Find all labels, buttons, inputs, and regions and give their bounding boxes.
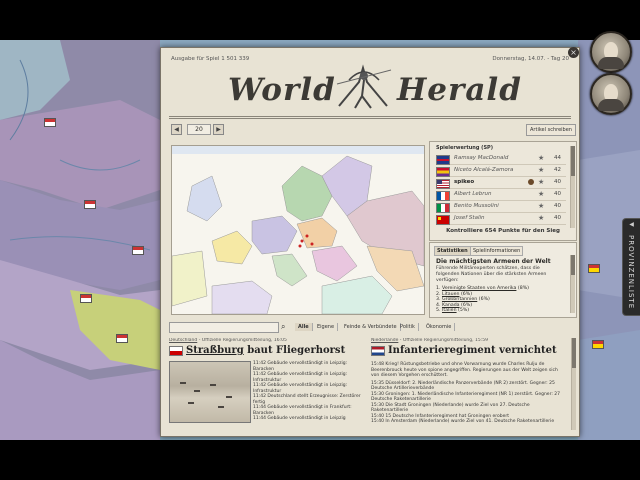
player-name: Josef Stalin bbox=[454, 215, 485, 221]
prev-page-button[interactable]: ◀ bbox=[171, 124, 182, 135]
write-article-button[interactable]: Artikel schreiben bbox=[526, 124, 576, 136]
player-points: 40 bbox=[554, 191, 561, 197]
masthead-divider bbox=[169, 118, 571, 119]
victory-condition: Kontrolliere 654 Punkte für den Sieg bbox=[446, 228, 560, 234]
europe-overview-map[interactable] bbox=[171, 145, 425, 315]
filter-own[interactable]: Eigene bbox=[314, 323, 339, 331]
article-left: Deutschland - Offizielle Regierungsmitte… bbox=[169, 338, 365, 430]
ranking-title: Spielerwertung (SP) bbox=[436, 145, 493, 151]
filter-all[interactable]: Alle bbox=[295, 323, 313, 331]
next-page-button[interactable]: ▶ bbox=[213, 124, 224, 135]
province-list-label: PROVINZENLISTE bbox=[627, 235, 635, 310]
city-marker[interactable] bbox=[116, 334, 128, 343]
tab-game-info[interactable]: Spielinformationen bbox=[470, 246, 524, 256]
player-points: 40 bbox=[554, 215, 561, 221]
france-flag-icon bbox=[436, 191, 450, 201]
player-name: Albert Lebrun bbox=[454, 191, 492, 197]
masthead-title-right: Herald bbox=[397, 72, 522, 108]
filter-politics[interactable]: Politik bbox=[397, 323, 419, 331]
filter-enemies-allies[interactable]: Feinde & Verbündete bbox=[341, 323, 401, 331]
ranking-row[interactable]: Ramsay MacDonald ★ 44 bbox=[436, 153, 566, 165]
ussr-flag-icon bbox=[436, 215, 450, 225]
statistics-panel: Statistiken Spielinformationen Die mächt… bbox=[429, 242, 577, 318]
city-marker[interactable] bbox=[44, 118, 56, 127]
country-link[interactable]: Litauen bbox=[442, 292, 459, 297]
list-item: 5. Italien (5%) bbox=[436, 308, 470, 314]
spain-flag-icon bbox=[436, 167, 450, 177]
ranking-row[interactable]: Benito Mussolini ★ 40 bbox=[436, 201, 566, 213]
ranking-row[interactable]: Josef Stalin ★ 40 bbox=[436, 213, 566, 225]
article-headline: Straßburg baut Fliegerhorst bbox=[169, 345, 365, 358]
italy-flag-icon bbox=[436, 203, 450, 213]
player-name: Niceto Alcalá-Zamora bbox=[454, 167, 514, 173]
player-name: Ramsay MacDonald bbox=[454, 155, 509, 161]
city-marker[interactable] bbox=[132, 246, 144, 255]
article-dateline: Deutschland - Offizielle Regierungsmitte… bbox=[169, 338, 287, 343]
province-list-tab[interactable]: ◀ PROVINZENLISTE bbox=[622, 218, 640, 316]
article-photo bbox=[169, 361, 251, 423]
stats-intro: Führende Militärexperten schätzen, dass … bbox=[436, 266, 547, 283]
news-search-input[interactable] bbox=[169, 322, 279, 333]
masthead-title-left: World bbox=[228, 72, 336, 108]
ranking-row[interactable]: spikeo ★ 40 bbox=[436, 177, 566, 189]
filter-economy[interactable]: Ökonomie bbox=[423, 323, 456, 331]
army-ranking-list: 1. Vereinigte Staaten von Amerika (8%) 2… bbox=[436, 286, 562, 314]
city-marker[interactable] bbox=[588, 264, 600, 273]
news-scrollbar[interactable] bbox=[571, 338, 576, 430]
news-filter-bar: ⌕ Alle Eigene Feinde & Verbündete Politi… bbox=[169, 322, 575, 333]
city-link[interactable]: Straßburg bbox=[186, 345, 244, 356]
leader-avatar[interactable] bbox=[590, 73, 632, 115]
star-icon: ★ bbox=[538, 202, 545, 210]
player-name: Benito Mussolini bbox=[454, 203, 499, 209]
tab-statistics[interactable]: Statistiken bbox=[434, 246, 471, 256]
country-link[interactable]: Großbritannien bbox=[442, 297, 477, 302]
stats-scrollbar[interactable] bbox=[570, 255, 575, 313]
top-letterbox bbox=[0, 0, 640, 40]
close-button[interactable]: × bbox=[568, 47, 579, 58]
newspaper-masthead: World Herald bbox=[161, 62, 579, 114]
player-points: 44 bbox=[554, 155, 561, 161]
nation-flag-icon bbox=[371, 345, 385, 356]
ranking-row[interactable]: Albert Lebrun ★ 40 bbox=[436, 189, 566, 201]
star-icon: ★ bbox=[538, 178, 545, 186]
uk-flag-icon bbox=[436, 155, 450, 165]
ranking-row[interactable]: Niceto Alcalá-Zamora ★ 42 bbox=[436, 165, 566, 177]
player-points: 42 bbox=[554, 167, 561, 173]
city-marker[interactable] bbox=[592, 340, 604, 349]
article-headline: Infanterieregiment vernichtet bbox=[371, 345, 567, 358]
player-avatar[interactable] bbox=[590, 31, 632, 73]
player-points: 40 bbox=[554, 179, 561, 185]
player-ranking-panel: Spielerwertung (SP) Ramsay MacDonald ★ 4… bbox=[429, 141, 577, 241]
europe-map-graphic bbox=[172, 146, 424, 314]
page-number-input[interactable]: 20 bbox=[187, 124, 211, 135]
nation-flag-icon bbox=[169, 345, 183, 356]
player-points: 40 bbox=[554, 203, 561, 209]
chevron-right-icon: ▶ bbox=[216, 126, 221, 133]
ranking-scrollbar[interactable] bbox=[570, 146, 575, 228]
article-right: Niederlande - Offizielle Regierungsmitte… bbox=[371, 338, 567, 430]
city-marker[interactable] bbox=[84, 200, 96, 209]
masthead-divider bbox=[169, 116, 571, 117]
chevron-left-icon: ◀ bbox=[628, 221, 635, 229]
article-body: 11:42 Gebäude vervollständigt in Leipzig… bbox=[253, 361, 361, 421]
star-icon: ★ bbox=[538, 214, 545, 222]
country-link[interactable]: Italien bbox=[442, 308, 457, 313]
star-icon: ★ bbox=[538, 166, 545, 174]
chevron-left-icon: ◀ bbox=[174, 126, 179, 133]
newspaper-window: Ausgabe für Spiel 1 501 339 Donnerstag, … bbox=[160, 47, 580, 437]
stats-heading: Die mächtigsten Armeen der Welt bbox=[436, 258, 551, 265]
article-body: 15:48 Krieg! Rüstungsbetriebe und ohne V… bbox=[371, 362, 561, 424]
star-icon: ★ bbox=[538, 154, 545, 162]
bottom-letterbox bbox=[0, 440, 640, 480]
city-marker[interactable] bbox=[80, 294, 92, 303]
target-icon bbox=[528, 179, 534, 185]
herald-emblem-icon bbox=[336, 64, 392, 109]
star-icon: ★ bbox=[538, 190, 545, 198]
article-dateline: Niederlande - Offizielle Regierungsmitte… bbox=[371, 338, 488, 343]
usa-flag-icon bbox=[436, 179, 450, 189]
search-icon[interactable]: ⌕ bbox=[281, 322, 285, 332]
player-name: spikeo bbox=[454, 179, 475, 185]
country-link[interactable]: Vereinigte Staaten von Amerika bbox=[442, 286, 516, 291]
